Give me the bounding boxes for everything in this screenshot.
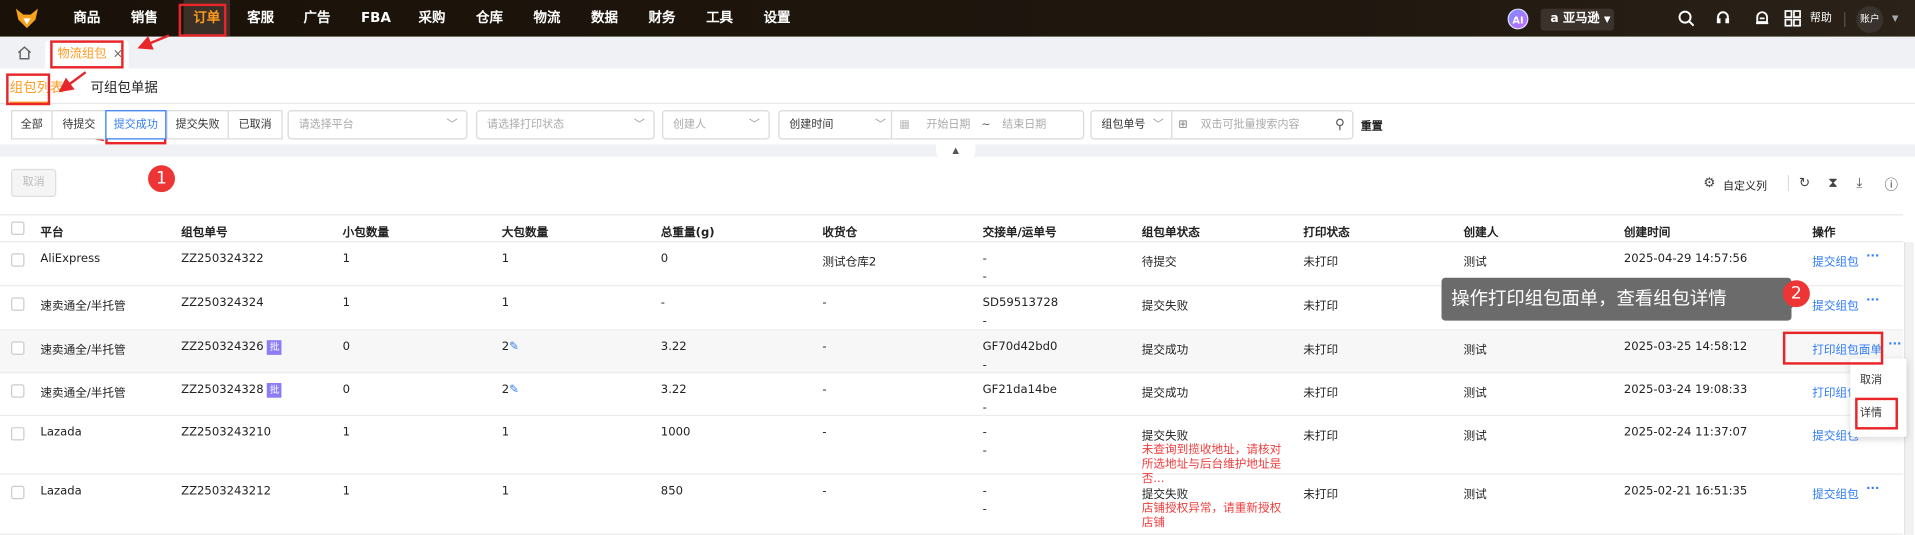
arrow: [137, 34, 170, 50]
status-tab[interactable]: 已取消: [227, 110, 283, 140]
annotation-arrows: [58, 34, 170, 142]
status-tab[interactable]: 提交成功: [105, 110, 167, 140]
status-tab[interactable]: 待提交: [51, 110, 107, 140]
status-tab[interactable]: 全部: [11, 110, 53, 140]
arrow: [58, 71, 87, 93]
status-tab[interactable]: 提交失败: [166, 110, 229, 140]
app-frame: AI a 亚马逊 ▼ 帮助 账户 ▼ 商品 销售 订单 客服 广告 FBA 采购 仓库 物流 数据…: [0, 0, 1915, 535]
